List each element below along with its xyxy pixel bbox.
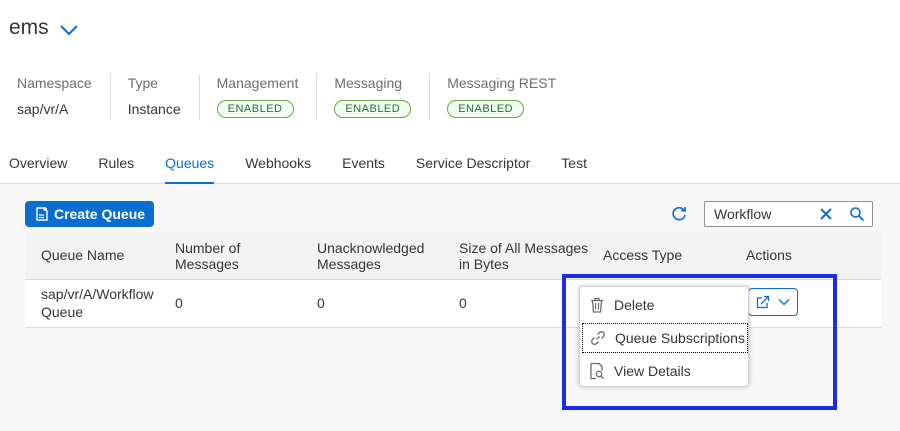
column-header: Access Type [603, 247, 683, 263]
search-field[interactable] [704, 201, 873, 227]
attr-label: Messaging [334, 75, 403, 91]
status-badge: ENABLED [334, 100, 412, 118]
tab-bar: Overview Rules Queues Webhooks Events Se… [0, 150, 900, 184]
create-queue-label: Create Queue [54, 206, 146, 222]
tab-rules[interactable]: Rules [98, 150, 134, 184]
create-queue-button[interactable]: Create Queue [25, 201, 154, 227]
attr-type: Type Instance [109, 74, 199, 120]
attr-label: Messaging REST [447, 75, 557, 91]
column-header: Number of Messages [175, 240, 241, 272]
attr-value: sap/vr/A [17, 101, 69, 117]
tab-overview[interactable]: Overview [9, 150, 67, 184]
page-title: ems [9, 16, 49, 39]
messages-cell: 0 [175, 295, 183, 311]
attr-label: Type [127, 75, 159, 91]
chevron-down-icon[interactable] [59, 23, 79, 37]
clear-icon[interactable] [818, 206, 834, 222]
status-badge: ENABLED [447, 100, 525, 118]
attr-messaging: Messaging ENABLED [316, 74, 429, 120]
attr-management: Management ENABLED [198, 74, 317, 120]
attr-label: Namespace [17, 75, 92, 91]
header-attributes: Namespace sap/vr/A Type Instance Managem… [0, 74, 574, 120]
highlight-annotation-box [562, 274, 837, 410]
tab-service-descriptor[interactable]: Service Descriptor [416, 150, 530, 184]
title-row: ems [9, 16, 79, 40]
search-icon[interactable] [849, 206, 865, 222]
column-header: Size of All Messages in Bytes [459, 240, 589, 272]
tab-events[interactable]: Events [342, 150, 385, 184]
queue-name-cell: sap/vr/A/Workflow Queue [41, 286, 154, 320]
attr-label: Management [216, 75, 299, 91]
tab-webhooks[interactable]: Webhooks [245, 150, 311, 184]
attr-messaging-rest: Messaging REST ENABLED [429, 74, 574, 120]
attr-value: Instance [127, 101, 181, 117]
attr-namespace: Namespace sap/vr/A [0, 74, 110, 120]
search-input[interactable] [714, 206, 814, 222]
table-header: Queue Name Number of Messages Unacknowle… [25, 232, 881, 280]
refresh-icon[interactable] [670, 205, 688, 223]
page-header: ems Namespace sap/vr/A Type Instance Man… [0, 0, 900, 184]
column-header: Queue Name [41, 247, 125, 263]
unacknowledged-cell: 0 [317, 295, 325, 311]
tab-queues[interactable]: Queues [165, 150, 215, 184]
tab-test[interactable]: Test [561, 150, 587, 184]
column-header: Actions [746, 247, 792, 263]
size-cell: 0 [459, 295, 467, 311]
status-badge: ENABLED [216, 100, 294, 118]
column-header: Unacknowledged Messages [317, 240, 425, 272]
add-document-icon [36, 207, 48, 221]
